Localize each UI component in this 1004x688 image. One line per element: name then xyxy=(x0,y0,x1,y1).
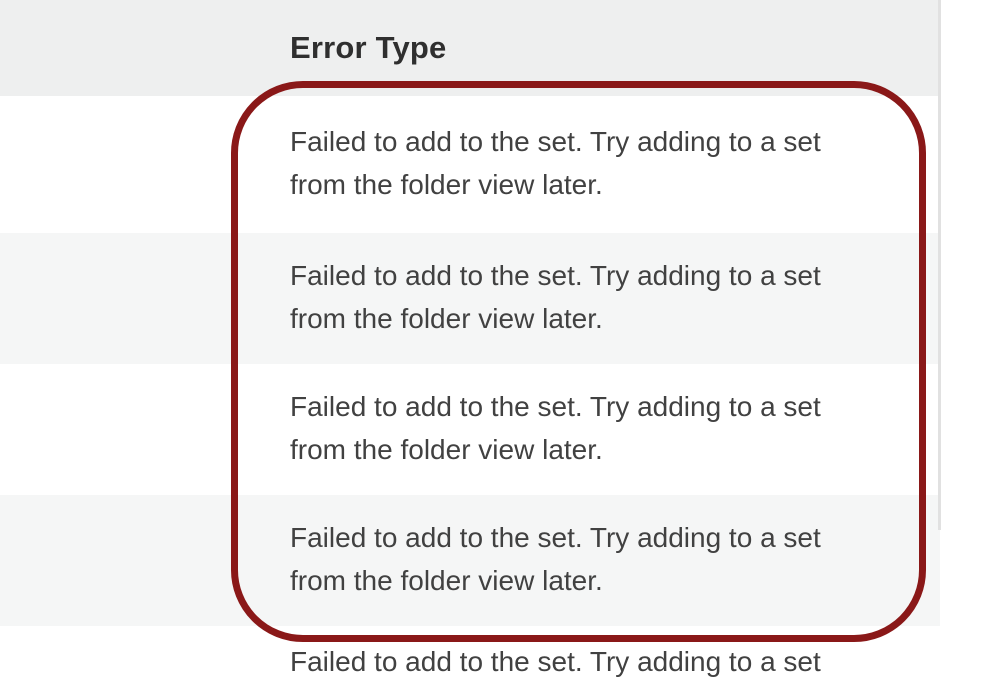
table-right-edge xyxy=(938,0,941,530)
error-cell: Failed to add to the set. Try adding to … xyxy=(0,255,940,341)
table-row: Failed to add to the set. Try adding to … xyxy=(0,96,940,233)
table-row: Failed to add to the set. Try adding to … xyxy=(0,364,940,495)
table-row: Failed to add to the set. Try adding to … xyxy=(0,626,940,688)
error-cell: Failed to add to the set. Try adding to … xyxy=(0,386,940,472)
error-cell: Failed to add to the set. Try adding to … xyxy=(0,517,940,603)
error-table: Error Type Failed to add to the set. Try… xyxy=(0,0,940,688)
column-header-error-type: Error Type xyxy=(0,30,446,66)
error-cell: Failed to add to the set. Try adding to … xyxy=(0,121,940,207)
error-cell: Failed to add to the set. Try adding to … xyxy=(0,641,881,684)
table-header-row: Error Type xyxy=(0,0,940,96)
table-row: Failed to add to the set. Try adding to … xyxy=(0,495,940,626)
table-row: Failed to add to the set. Try adding to … xyxy=(0,233,940,364)
table-body: Failed to add to the set. Try adding to … xyxy=(0,96,940,688)
